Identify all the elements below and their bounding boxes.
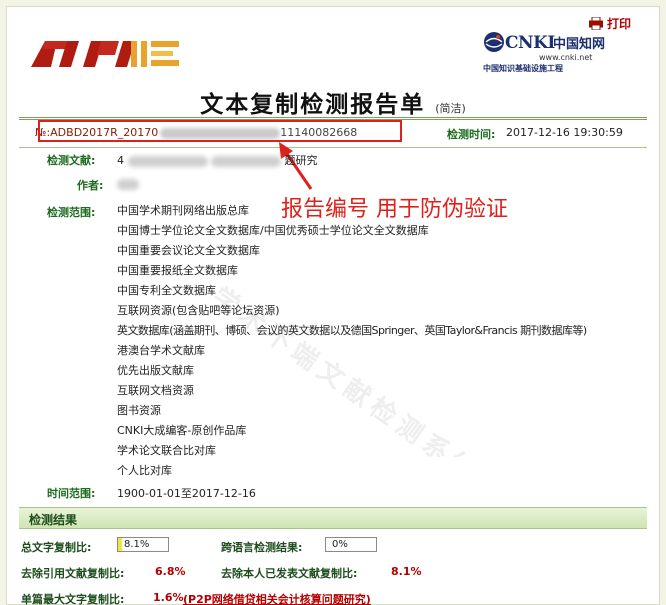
doc-title-start: 4 [117,154,124,167]
author-label: 作者: [77,179,104,192]
longest-source-link[interactable]: (P2P网络借贷相关会计核算问题研究) [183,591,371,605]
annotation-text: 报告编号 用于防伪验证 [281,197,508,222]
scope-item: 互联网文档资源 [117,384,194,397]
report-page: 打印 CNKI 中国知网 www.cnki.net 中国知识基础设施工程 文本复… [6,6,660,605]
cnki-url: www.cnki.net [539,53,593,62]
doc-title-end: 题研究 [284,154,318,167]
cnki-brand: CNKI [505,33,555,53]
doc-title-value: 4 题研究 [117,152,318,168]
print-button[interactable]: 打印 [588,15,631,32]
cnki-globe-icon [484,32,504,52]
print-label: 打印 [606,17,631,31]
doc-title-label: 检测文献: [47,154,96,167]
excl-self-value: 8.1% [391,565,422,578]
cross-lang-meter: 0% [325,537,377,552]
title-main: 文本复制检测报告单 [200,91,426,118]
scope-item: 学术论文联合比对库 [117,444,216,457]
scope-item: 中国重要报纸全文数据库 [117,264,238,277]
redacted-block [211,155,281,167]
check-time-value: 2017-12-16 19:30:59 [506,126,623,139]
total-copy-label: 总文字复制比: [21,541,92,554]
cnki-cn-name: 中国知网 [553,37,606,52]
scope-item: 中国博士学位论文全文数据库/中国优秀硕士学位论文全文数据库 [117,224,429,237]
scope-item: 优先出版文献库 [117,364,194,377]
scope-label: 检测范围: [47,206,96,219]
scope-item: CNKI大成编客-原创作品库 [117,424,247,437]
cross-lang-value: 0% [332,539,348,550]
scope-item: 中国重要会议论文全文数据库 [117,244,260,257]
longest-copy-label: 单篇最大文字复制比: [21,593,125,605]
page-title: 文本复制检测报告单 (简洁) [7,85,659,119]
scope-item: 港澳台学术文献库 [117,344,205,357]
amlc-logo-icon [31,41,179,67]
scope-item: 中国专利全文数据库 [117,284,216,297]
cross-lang-label: 跨语言检测结果: [221,541,303,554]
cnki-subtitle: 中国知识基础设施工程 [483,64,563,73]
period-value: 1900-01-01至2017-12-16 [117,487,256,500]
longest-copy-value: 1.6% [153,591,184,604]
scope-item: 中国学术期刊网络出版总库 [117,204,249,217]
excl-ref-value: 6.8% [155,565,186,578]
results-header-label: 检测结果 [29,513,78,527]
redacted-block [117,178,139,190]
scope-item: 英文数据库(涵盖期刊、博硕、会议的英文数据以及德国Springer、英国Tayl… [117,324,587,337]
printer-icon [588,17,603,30]
results-header: 检测结果 [19,507,647,529]
highlight-box [38,120,402,142]
author-value [117,177,139,190]
total-copy-meter: 8.1% [117,537,169,552]
excl-ref-label: 去除引用文献复制比: [21,567,125,580]
total-copy-meter-fill [118,538,123,551]
redacted-block [127,155,208,167]
scope-item: 图书资源 [117,404,161,417]
period-label: 时间范围: [47,487,96,500]
check-time-label: 检测时间: [447,128,496,141]
excl-self-label: 去除本人已发表文献复制比: [221,567,358,580]
scope-item: 互联网资源(包含贴吧等论坛资源) [117,304,280,317]
total-copy-value: 8.1% [124,539,150,550]
info-divider [19,147,647,148]
cnki-logo: CNKI 中国知网 www.cnki.net 中国知识基础设施工程 [483,31,633,75]
scope-item: 个人比对库 [117,464,172,477]
title-sub: (简洁) [435,102,466,115]
